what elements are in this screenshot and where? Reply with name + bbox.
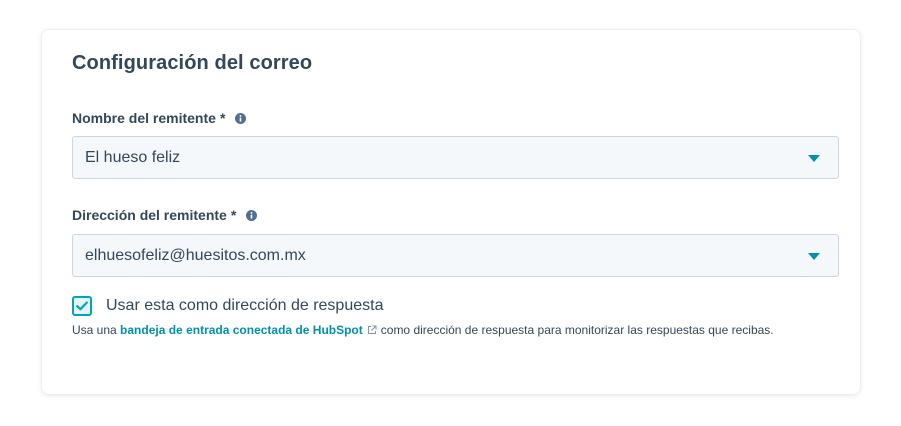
sender-name-value: El hueso feliz — [85, 149, 181, 166]
sender-name-label-row: Nombre del remitente * — [72, 110, 247, 126]
caret-down-icon — [808, 155, 820, 162]
info-icon[interactable] — [246, 209, 258, 221]
connected-inbox-link[interactable]: bandeja de entrada conectada de HubSpot — [120, 323, 363, 337]
info-icon[interactable] — [235, 112, 247, 124]
required-mark: * — [230, 207, 237, 223]
sender-address-label-row: Dirección del remitente * — [72, 207, 258, 223]
reply-to-help-text: Usa una bandeja de entrada conectada de … — [72, 318, 842, 342]
sender-name-select[interactable]: El hueso feliz — [72, 136, 839, 179]
help-suffix: como dirección de respuesta para monitor… — [380, 323, 774, 337]
checkmark-icon — [76, 301, 88, 311]
caret-down-icon — [808, 253, 820, 260]
reply-to-checkbox-row[interactable]: Usar esta como dirección de respuesta — [72, 296, 383, 316]
sender-address-label: Dirección del remitente — [72, 207, 227, 223]
external-link-icon[interactable] — [367, 325, 377, 335]
email-settings-card: Configuración del correo Nombre del remi… — [41, 29, 861, 395]
required-mark: * — [219, 110, 226, 126]
sender-name-label: Nombre del remitente — [72, 110, 216, 126]
help-prefix: Usa una — [72, 323, 117, 337]
sender-address-value: elhuesofeliz@huesitos.com.mx — [85, 247, 306, 264]
reply-to-label: Usar esta como dirección de respuesta — [106, 297, 384, 314]
card-title: Configuración del correo — [72, 52, 313, 74]
reply-to-checkbox[interactable] — [72, 296, 92, 316]
sender-address-select[interactable]: elhuesofeliz@huesitos.com.mx — [72, 234, 839, 277]
